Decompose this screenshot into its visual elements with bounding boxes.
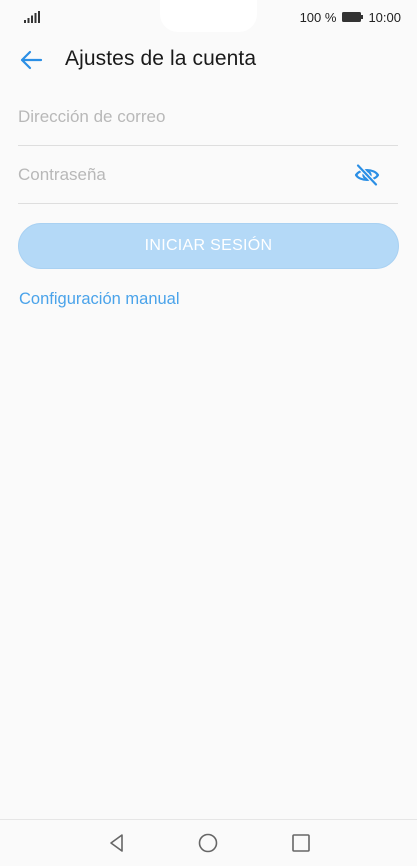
triangle-back-icon[interactable]: [106, 832, 128, 854]
battery-percentage: 100 %: [299, 9, 337, 25]
login-button[interactable]: INICIAR SESIÓN: [18, 223, 399, 269]
page-title: Ajustes de la cuenta: [65, 47, 257, 70]
square-recent-icon[interactable]: [290, 832, 312, 854]
signal-icon: [24, 11, 40, 23]
password-field[interactable]: [18, 146, 398, 203]
display-notch: [160, 0, 257, 32]
clock: 10:00: [368, 9, 401, 25]
email-field-container: [18, 88, 398, 146]
status-right: 100 % 10:00: [299, 9, 401, 25]
battery-icon: [342, 12, 364, 22]
password-field-container: [18, 146, 398, 204]
account-settings-screen: 100 % 10:00 Ajustes de la cuenta Direcci…: [0, 0, 417, 866]
back-button[interactable]: [14, 46, 48, 74]
email-field[interactable]: [18, 88, 398, 145]
manual-configuration-link[interactable]: Configuración manual: [19, 290, 180, 309]
circle-home-icon[interactable]: [197, 832, 219, 854]
system-navigation-bar: [0, 819, 417, 866]
app-bar: Ajustes de la cuenta: [0, 34, 417, 86]
arrow-left-icon: [20, 50, 43, 70]
status-bar: 100 % 10:00: [0, 0, 417, 34]
eye-off-icon[interactable]: [354, 163, 380, 187]
